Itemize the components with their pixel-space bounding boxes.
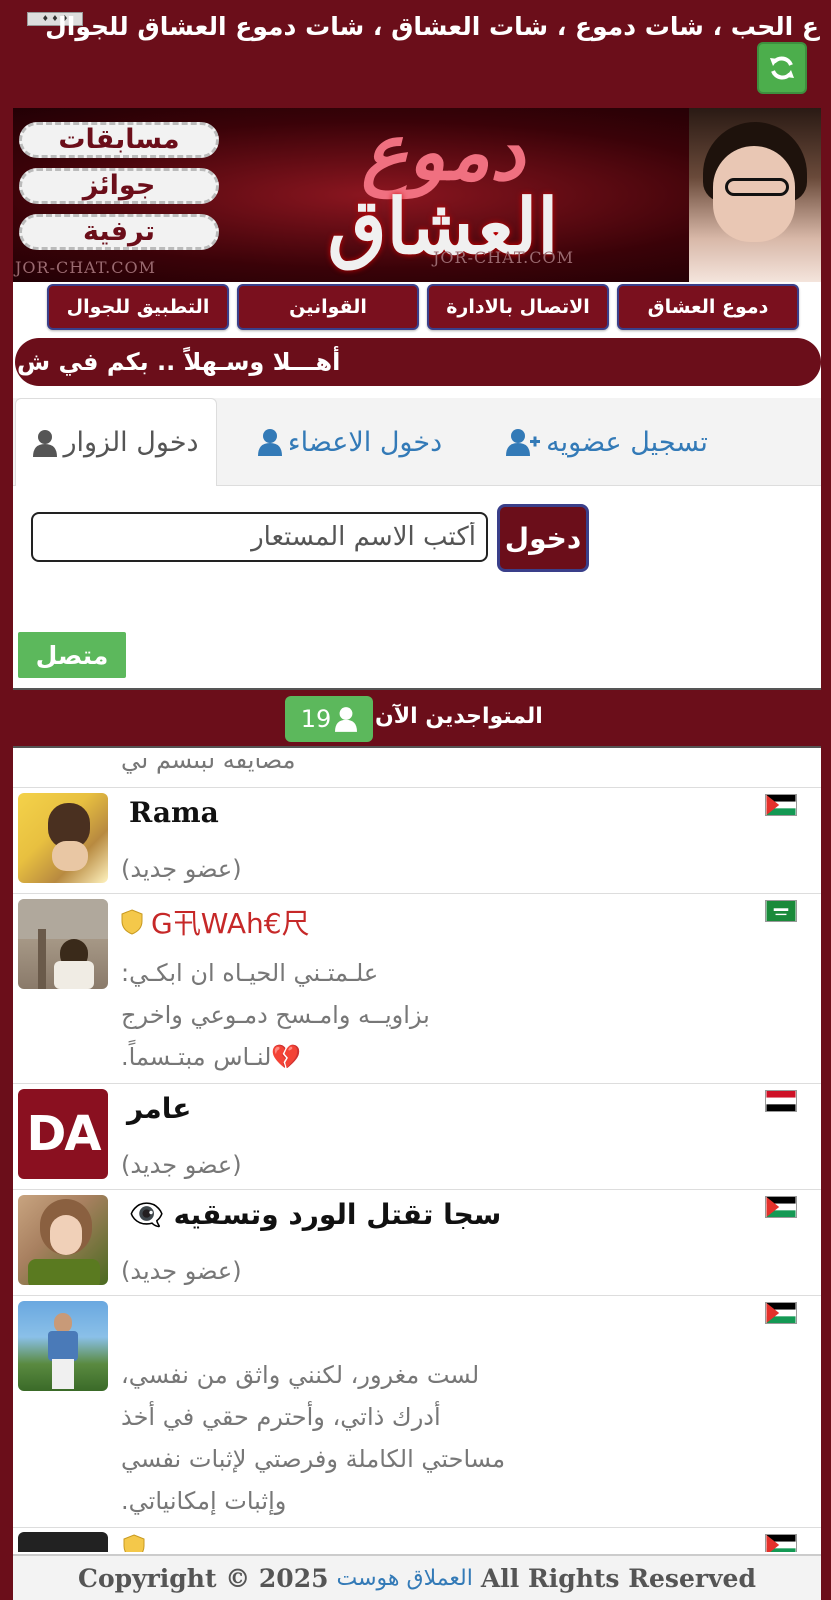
user-row[interactable]: G卂WAh€尺 علـمتـني الحيـاه ان ابكـي: بزاوي… — [13, 894, 821, 1084]
user-status-line: بزاويــه وامـسح دمـوعي واخرج — [121, 1001, 430, 1029]
online-status-button[interactable]: متصل — [18, 632, 126, 678]
footer-rights: All Rights Reserved — [480, 1563, 756, 1593]
avatar — [18, 1301, 108, 1391]
banner-pill-prizes: جوائز — [19, 168, 219, 204]
banner-pill-entertainment: ترفية — [19, 214, 219, 250]
avatar — [18, 1532, 108, 1552]
banner-watermark: JOR-CHAT.COM — [15, 258, 157, 277]
user-status-line: أدرك ذاتي، وأحترم حقي في أخذ — [121, 1403, 441, 1431]
tab-members-label: دخول الاعضاء — [287, 426, 443, 458]
nav-home[interactable]: دموع العشاق — [617, 284, 799, 330]
username-text: سجا تقتل الورد وتسقيه — [173, 1198, 502, 1231]
palestine-flag-icon — [765, 1196, 797, 1218]
nav-rules[interactable]: القوانين — [237, 284, 419, 330]
saudi-flag-icon — [765, 900, 797, 922]
banner-logo-line1: دموع — [361, 108, 525, 198]
user-status-line: 💔لنـاس مبتـسماً. — [121, 1043, 302, 1071]
welcome-text: أهـــلا وسـهلاً .. بكم في ش — [17, 348, 341, 376]
partial-status: مصايفه لبتسم لي — [121, 758, 296, 774]
yemen-flag-icon — [765, 1090, 797, 1112]
nav-contact[interactable]: الاتصال بالادارة — [427, 284, 609, 330]
refresh-button[interactable] — [757, 42, 807, 94]
user-icon — [33, 429, 58, 457]
avatar — [18, 793, 108, 883]
user-status-line: لست مغرور، لكنني واثق من نفسي، — [121, 1361, 480, 1389]
palestine-flag-icon — [765, 794, 797, 816]
main-nav: دموع العشاق الاتصال بالادارة القوانين ال… — [13, 282, 821, 334]
banner-portrait-image — [689, 108, 821, 282]
shield-icon — [123, 1534, 145, 1552]
nav-mobile-app[interactable]: التطبيق للجوال — [47, 284, 229, 330]
user-status-line: وإثبات إمكانياتي. — [121, 1487, 287, 1515]
welcome-ticker: أهـــلا وسـهلاً .. بكم في ش — [15, 338, 821, 386]
user-status-line: مساحتي الكاملة وفرصتي لإثبات نفسي — [121, 1445, 506, 1473]
palestine-flag-icon — [765, 1302, 797, 1324]
username-text: G卂WAh€尺 — [151, 907, 310, 940]
tab-guest-label: دخول الزوار — [63, 427, 199, 458]
avatar-initials: DA — [26, 1106, 102, 1162]
username: عامر — [127, 1092, 192, 1125]
site-banner: مسابقات جوائز ترفية دموع العشاق JOR-CHAT… — [13, 108, 821, 282]
page-frame: ♦ ♦ ♦ ع الحب ، شات دموع ، شات العشاق ، ش… — [13, 0, 821, 1600]
user-row[interactable]: لست مغرور، لكنني واثق من نفسي، أدرك ذاتي… — [13, 1296, 821, 1528]
avatar: DA — [18, 1089, 108, 1179]
user-status: (عضو جديد) — [121, 1151, 242, 1179]
online-label: المتواجدين الآن — [375, 704, 543, 729]
nickname-input[interactable] — [31, 512, 488, 562]
online-users-header: 19 المتواجدين الآن — [13, 688, 821, 748]
avatar — [18, 899, 108, 989]
tab-guest-login[interactable]: دخول الزوار — [15, 398, 217, 486]
username: G卂WAh€尺 — [121, 902, 310, 942]
user-status-line: علـمتـني الحيـاه ان ابكـي: — [121, 959, 379, 987]
eye-icon: 👁‍🗨 — [129, 1198, 164, 1231]
top-bar: ♦ ♦ ♦ ع الحب ، شات دموع ، شات العشاق ، ش… — [13, 0, 821, 108]
user-icon — [335, 707, 358, 732]
marquee-text: ع الحب ، شات دموع ، شات العشاق ، شات دمو… — [45, 12, 819, 41]
login-tabs: دخول الزوار دخول الاعضاء تسجيل عضويه — [13, 398, 821, 486]
list-item-partial: مصايفه لبتسم لي — [13, 758, 821, 788]
footer-brand-link[interactable]: العملاق هوست — [337, 1566, 473, 1591]
online-count-badge: 19 — [285, 696, 373, 742]
user-row[interactable] — [13, 1528, 821, 1552]
tab-register-label: تسجيل عضويه — [546, 426, 708, 458]
shield-icon — [121, 908, 143, 942]
user-status: (عضو جديد) — [121, 855, 242, 883]
username: 👁‍🗨 سجا تقتل الورد وتسقيه — [129, 1198, 501, 1231]
banner-pill-contests: مسابقات — [19, 122, 219, 158]
online-count: 19 — [300, 705, 332, 733]
avatar — [18, 1195, 108, 1285]
enter-button[interactable]: دخول — [497, 504, 589, 572]
user-row[interactable]: Rama (عضو جديد) — [13, 788, 821, 894]
user-status: (عضو جديد) — [121, 1257, 242, 1285]
online-users-list: مصايفه لبتسم لي Rama (عضو جديد) G卂WAh€尺 … — [13, 758, 821, 1552]
user-icon — [257, 428, 282, 456]
user-row[interactable]: 👁‍🗨 سجا تقتل الورد وتسقيه (عضو جديد) — [13, 1190, 821, 1296]
footer-copyright: Copyright © 2025 — [78, 1563, 329, 1593]
user-row[interactable]: DA عامر (عضو جديد) — [13, 1084, 821, 1190]
tab-register[interactable]: تسجيل عضويه — [481, 398, 731, 486]
banner-watermark-2: JOR-CHAT.COM — [433, 248, 575, 267]
tab-member-login[interactable]: دخول الاعضاء — [235, 398, 465, 486]
palestine-flag-icon — [765, 1534, 797, 1552]
footer: Copyright © 2025 العملاق هوست All Rights… — [13, 1554, 821, 1600]
user-plus-icon — [504, 428, 541, 456]
refresh-icon — [770, 56, 794, 80]
username: Rama — [129, 796, 219, 829]
